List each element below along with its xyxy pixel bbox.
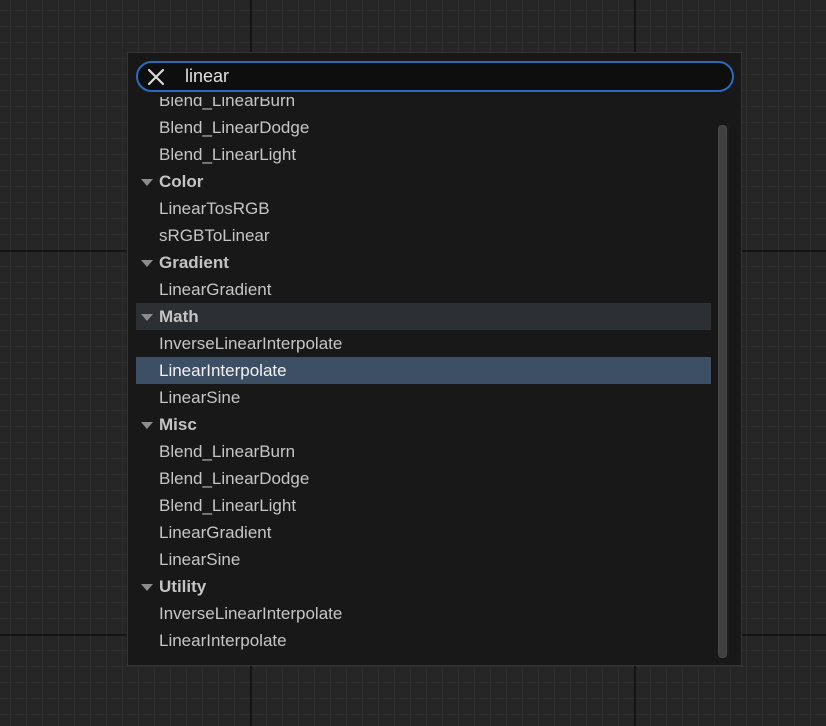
clear-search-button[interactable] (141, 63, 171, 90)
category-label: Utility (159, 577, 207, 596)
result-item-label: InverseLinearInterpolate (159, 334, 343, 353)
triangle-down-icon[interactable] (141, 422, 153, 429)
result-item[interactable]: LinearInterpolate (136, 627, 711, 654)
category-header[interactable]: Gradient (136, 249, 711, 276)
triangle-down-icon[interactable] (141, 179, 153, 186)
category-label: Color (159, 172, 204, 191)
search-input[interactable] (185, 63, 705, 90)
category-header[interactable]: Misc (136, 411, 711, 438)
result-item-label: LinearInterpolate (159, 631, 287, 650)
result-item[interactable]: Blend_LinearBurn (136, 97, 711, 114)
triangle-down-icon[interactable] (141, 260, 153, 267)
result-item[interactable]: Blend_LinearLight (136, 492, 711, 519)
triangle-down-icon[interactable] (141, 584, 153, 591)
result-item-label: LinearTosRGB (159, 199, 270, 218)
scrollbar-thumb[interactable] (718, 125, 727, 658)
result-item[interactable]: Blend_LinearLight (136, 141, 711, 168)
result-item[interactable]: LinearSine (136, 384, 711, 411)
result-item[interactable]: InverseLinearInterpolate (136, 600, 711, 627)
result-item-label: LinearGradient (159, 523, 272, 542)
result-item-label: LinearSine (159, 388, 241, 407)
node-search-panel: Blend_LinearBurn Blend_LinearDodge Blend_L… (127, 52, 742, 666)
category-label: Misc (159, 415, 197, 434)
result-item-label: Blend_LinearDodge (159, 118, 310, 137)
result-item-label: InverseLinearInterpolate (159, 604, 343, 623)
result-item-label: LinearSine (159, 550, 241, 569)
result-item[interactable]: sRGBToLinear (136, 222, 711, 249)
triangle-down-icon[interactable] (141, 314, 153, 321)
category-label: Math (159, 307, 199, 326)
close-icon (147, 68, 165, 85)
result-item[interactable]: Blend_LinearBurn (136, 438, 711, 465)
result-item[interactable]: Blend_LinearDodge (136, 114, 711, 141)
result-item-label: Blend_LinearLight (159, 496, 297, 515)
result-item[interactable]: LinearSine (136, 546, 711, 573)
result-item[interactable]: InverseLinearInterpolate (136, 330, 711, 357)
result-item-label: sRGBToLinear (159, 226, 270, 245)
category-header[interactable]: Math (136, 303, 711, 330)
result-item-label: Blend_LinearLight (159, 145, 297, 164)
scrollbar-track[interactable] (718, 125, 729, 658)
result-item[interactable]: Blend_LinearDodge (136, 465, 711, 492)
result-item[interactable]: LinearInterpolate (136, 357, 711, 384)
result-item-label: Blend_LinearDodge (159, 469, 310, 488)
search-box (136, 61, 734, 92)
result-item[interactable]: LinearGradient (136, 276, 711, 303)
results-list: Blend_LinearBurn Blend_LinearDodge Blend_L… (136, 97, 711, 663)
result-item-label: Blend_LinearBurn (159, 442, 296, 461)
result-item-label: Blend_LinearBurn (159, 97, 296, 110)
result-item-label: LinearInterpolate (159, 361, 287, 380)
result-item[interactable]: LinearTosRGB (136, 195, 711, 222)
category-header[interactable]: Color (136, 168, 711, 195)
category-label: Gradient (159, 253, 229, 272)
category-header[interactable]: Utility (136, 573, 711, 600)
result-item[interactable]: LinearGradient (136, 519, 711, 546)
result-item-label: LinearGradient (159, 280, 272, 299)
